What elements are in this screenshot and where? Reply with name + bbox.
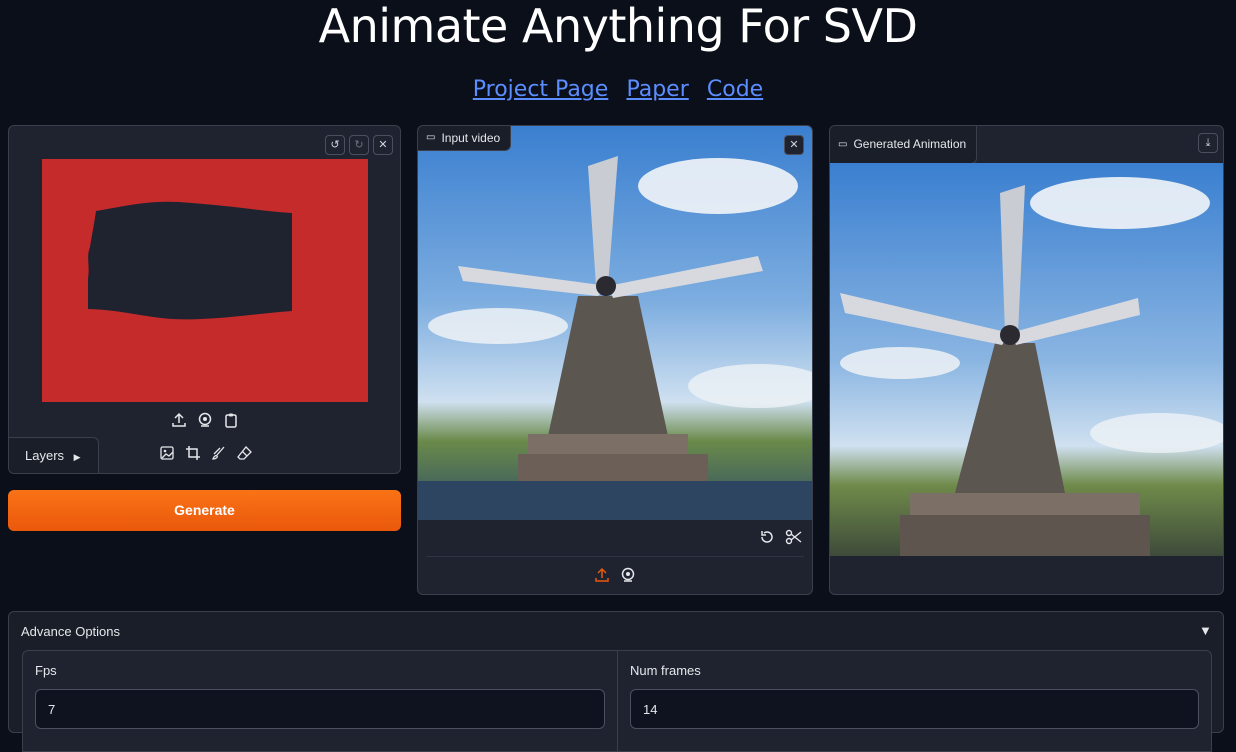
input-video-label-text: Input video <box>441 131 501 145</box>
brush-icon[interactable] <box>211 445 227 461</box>
advance-options-title: Advance Options <box>21 624 121 639</box>
generate-button[interactable]: Generate <box>8 490 401 531</box>
input-video-panel: ▭ Input video ✕ <box>417 125 813 595</box>
code-link[interactable]: Code <box>707 77 763 102</box>
mask-hole <box>88 201 292 320</box>
page-title: Animate Anything For SVD <box>318 0 918 53</box>
advance-options-accordion: Advance Options ▼ Fps 7 Num frames 14 <box>8 611 1224 752</box>
image-icon[interactable] <box>159 445 175 461</box>
generated-animation-panel: ▭ Generated Animation ⤓ <box>829 125 1224 595</box>
upload-icon[interactable] <box>171 412 187 428</box>
undo-icon[interactable]: ↺ <box>325 135 345 155</box>
video-icon: ▭ <box>838 139 848 150</box>
collapse-toggle-icon[interactable]: ▼ <box>1199 623 1212 638</box>
header-links: Project Page Paper Code <box>0 76 1236 102</box>
crop-icon[interactable] <box>185 445 201 461</box>
divider <box>426 556 804 557</box>
mask-canvas[interactable] <box>42 159 368 402</box>
video-icon: ▭ <box>426 132 436 143</box>
generated-animation-label-text: Generated Animation <box>853 137 967 151</box>
download-icon[interactable]: ⤓ <box>1198 133 1218 153</box>
advance-options-header[interactable]: Advance Options ▼ <box>9 612 1223 650</box>
generated-video-player[interactable] <box>830 163 1223 556</box>
input-video-player[interactable]: ▭ Input video ✕ <box>418 126 812 520</box>
num-frames-field: Num frames 14 <box>617 650 1212 752</box>
paper-link[interactable]: Paper <box>626 77 688 102</box>
eraser-icon[interactable] <box>237 445 253 461</box>
project-page-link[interactable]: Project Page <box>473 77 609 102</box>
webcam-icon[interactable] <box>620 567 636 583</box>
redo-icon[interactable]: ↻ <box>349 135 369 155</box>
close-icon[interactable]: ✕ <box>373 135 393 155</box>
mask-editor-panel: ↺ ↻ ✕ Layers ▶ <box>8 125 401 474</box>
input-video-label: ▭ Input video <box>418 126 512 151</box>
close-icon[interactable]: ✕ <box>784 135 804 155</box>
windmill-illustration <box>840 177 1223 556</box>
upload-icon[interactable] <box>594 567 610 583</box>
fps-label: Fps <box>35 663 57 678</box>
generated-animation-label: ▭ Generated Animation <box>830 126 978 164</box>
num-frames-input[interactable]: 14 <box>630 689 1199 729</box>
windmill-illustration <box>418 156 812 520</box>
reset-icon[interactable] <box>758 528 776 546</box>
trim-scissors-icon[interactable] <box>785 528 803 546</box>
layers-button[interactable]: Layers ▶ <box>9 437 99 473</box>
webcam-icon[interactable] <box>197 412 213 428</box>
caret-right-icon: ▶ <box>73 452 81 462</box>
fps-input[interactable]: 7 <box>35 689 605 729</box>
num-frames-label: Num frames <box>630 663 701 678</box>
fps-field: Fps 7 <box>22 650 619 752</box>
clipboard-icon[interactable] <box>223 412 239 428</box>
layers-label: Layers <box>25 448 65 463</box>
